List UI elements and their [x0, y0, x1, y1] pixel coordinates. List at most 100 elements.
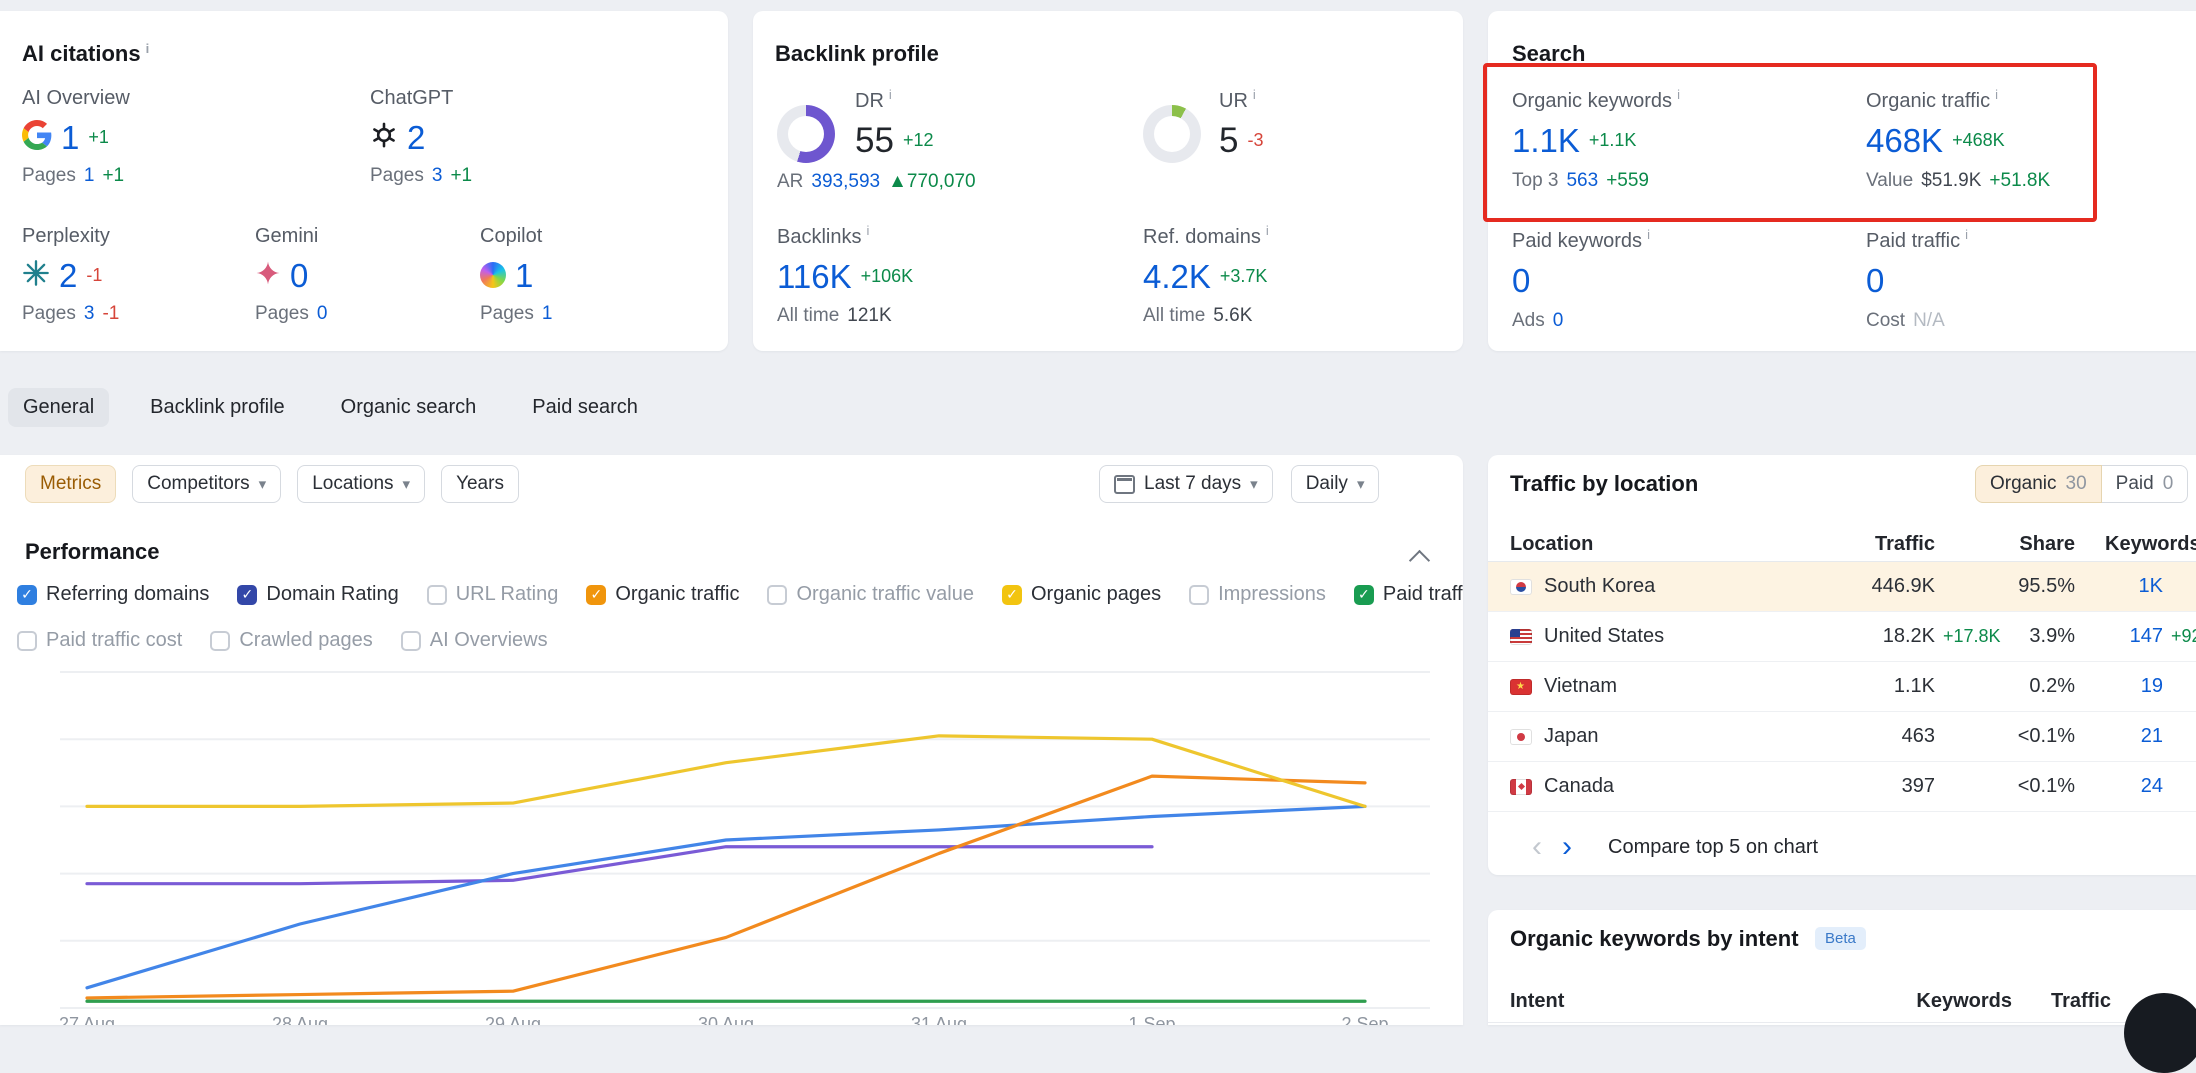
checkbox-paid-traffic-cost[interactable]: Paid traffic cost: [17, 629, 182, 652]
citation-count[interactable]: 1: [61, 121, 79, 154]
backlinks-value[interactable]: 116K: [777, 260, 852, 293]
alltime-label: All time: [777, 305, 839, 327]
checkbox-domain-rating[interactable]: Domain Rating: [237, 583, 398, 606]
paid-keywords-label: Paid keywords: [1512, 227, 1650, 253]
checkbox-paid-traffic[interactable]: Paid traffic: [1354, 583, 1463, 606]
top3-value[interactable]: 563: [1566, 170, 1598, 192]
location-row-canada[interactable]: Canada 397 <0.1% 24: [1488, 762, 2196, 812]
info-icon[interactable]: [1677, 87, 1680, 102]
date-range-dropdown[interactable]: Last 7 days: [1099, 465, 1273, 503]
share-value: <0.1%: [2008, 775, 2075, 798]
svg-text:31 Aug: 31 Aug: [911, 1014, 967, 1025]
organic-keywords-delta: +1.1K: [1589, 130, 1637, 151]
info-icon[interactable]: [889, 87, 892, 102]
overview-tabs: General Backlink profile Organic search …: [8, 388, 653, 427]
column-traffic: Traffic: [1788, 533, 1935, 556]
pages-delta: +1: [102, 165, 124, 187]
citation-count[interactable]: 1: [515, 259, 533, 292]
paid-keywords-value[interactable]: 0: [1512, 264, 1530, 297]
citation-source-label: Perplexity: [22, 225, 119, 248]
ur-label: UR: [1219, 87, 1263, 113]
checkbox-organic-traffic-value[interactable]: Organic traffic value: [767, 583, 974, 606]
pager-prev-icon[interactable]: [1522, 832, 1552, 862]
location-row-united-states[interactable]: United States 18.2K +17.8K 3.9% 147 +92: [1488, 612, 2196, 662]
citation-count[interactable]: 0: [290, 259, 308, 292]
checkbox-ai-overviews[interactable]: AI Overviews: [401, 629, 548, 652]
share-value: 0.2%: [2008, 675, 2075, 698]
location-row-south-korea[interactable]: South Korea 446.9K 95.5% 1K: [1488, 562, 2196, 612]
checkbox-box: [1189, 585, 1209, 605]
ref-domains-value[interactable]: 4.2K: [1143, 260, 1211, 293]
pages-count[interactable]: 1: [542, 303, 553, 325]
tab-organic-search[interactable]: Organic search: [326, 388, 492, 427]
info-icon[interactable]: [1647, 227, 1650, 242]
pages-count[interactable]: 3: [84, 303, 95, 325]
perplexity-icon: [22, 259, 50, 292]
svg-text:29 Aug: 29 Aug: [485, 1014, 541, 1025]
checkbox-url-rating[interactable]: URL Rating: [427, 583, 559, 606]
dr-donut: [777, 105, 835, 163]
info-icon[interactable]: [866, 223, 869, 238]
organic-keywords-value[interactable]: 1.1K: [1512, 124, 1580, 157]
tab-general[interactable]: General: [8, 388, 109, 427]
info-icon[interactable]: [1266, 223, 1269, 238]
keywords-delta: +92: [2163, 626, 2196, 647]
pages-count[interactable]: 1: [84, 165, 95, 187]
beta-badge: Beta: [1815, 927, 1866, 950]
chat-widget-button[interactable]: [2124, 993, 2196, 1073]
calendar-icon: [1114, 475, 1135, 494]
cost-label: Cost: [1866, 310, 1905, 332]
granularity-dropdown[interactable]: Daily: [1291, 465, 1380, 503]
keywords-link[interactable]: 1K: [2075, 575, 2163, 598]
chatgpt-icon: [370, 121, 398, 154]
keywords-link[interactable]: 21: [2075, 725, 2163, 748]
ur-donut: [1143, 105, 1201, 163]
pages-count[interactable]: 0: [317, 303, 328, 325]
keywords-link[interactable]: 147: [2075, 625, 2163, 648]
paid-traffic-value[interactable]: 0: [1866, 264, 1884, 297]
cost-value: N/A: [1913, 310, 1945, 332]
checkbox-box: [17, 585, 37, 605]
pages-label: Pages: [480, 303, 534, 325]
south-korea-flag-icon: [1510, 579, 1532, 595]
pages-label: Pages: [22, 165, 76, 187]
pager-next-icon[interactable]: [1552, 832, 1582, 862]
ar-value[interactable]: 393,593: [811, 171, 880, 193]
years-button[interactable]: Years: [441, 465, 519, 503]
checkbox-box: [427, 585, 447, 605]
location-row-japan[interactable]: Japan 463 <0.1% 21: [1488, 712, 2196, 762]
checkbox-referring-domains[interactable]: Referring domains: [17, 583, 209, 606]
alltime-label: All time: [1143, 305, 1205, 327]
more-options-button[interactable]: [1445, 469, 1463, 500]
organic-traffic-value[interactable]: 468K: [1866, 124, 1943, 157]
ai-citation-item: ChatGPT 2 Pages 3 +1: [370, 87, 472, 187]
chevron-down-icon: [259, 473, 267, 495]
citation-count[interactable]: 2: [59, 259, 77, 292]
collapse-chevron-icon[interactable]: [1409, 550, 1430, 571]
checkbox-impressions[interactable]: Impressions: [1189, 583, 1326, 606]
info-icon[interactable]: [1965, 227, 1968, 242]
keywords-link[interactable]: 24: [2075, 775, 2163, 798]
ads-value[interactable]: 0: [1553, 310, 1564, 332]
info-icon[interactable]: [1253, 87, 1256, 102]
citation-count[interactable]: 2: [407, 121, 425, 154]
tab-paid-search[interactable]: Paid search: [517, 388, 653, 427]
locations-dropdown[interactable]: Locations: [297, 465, 425, 503]
info-icon[interactable]: [1995, 87, 1998, 102]
location-row-vietnam[interactable]: Vietnam 1.1K 0.2% 19: [1488, 662, 2196, 712]
metrics-button[interactable]: Metrics: [25, 465, 116, 503]
tab-backlink-profile[interactable]: Backlink profile: [135, 388, 300, 427]
checkbox-crawled-pages[interactable]: Crawled pages: [210, 629, 372, 652]
keywords-link[interactable]: 19: [2075, 675, 2163, 698]
citation-source-label: Gemini: [255, 225, 327, 248]
toggle-organic[interactable]: Organic 30: [1975, 465, 2102, 503]
traffic-value: 18.2K: [1788, 625, 1935, 648]
value-amount: $51.9K: [1921, 170, 1981, 192]
google-icon: [22, 120, 52, 155]
checkbox-organic-traffic[interactable]: Organic traffic: [586, 583, 739, 606]
pages-count[interactable]: 3: [432, 165, 443, 187]
info-icon[interactable]: [146, 41, 150, 56]
competitors-dropdown[interactable]: Competitors: [132, 465, 281, 503]
toggle-paid[interactable]: Paid 0: [2102, 465, 2189, 503]
checkbox-organic-pages[interactable]: Organic pages: [1002, 583, 1161, 606]
